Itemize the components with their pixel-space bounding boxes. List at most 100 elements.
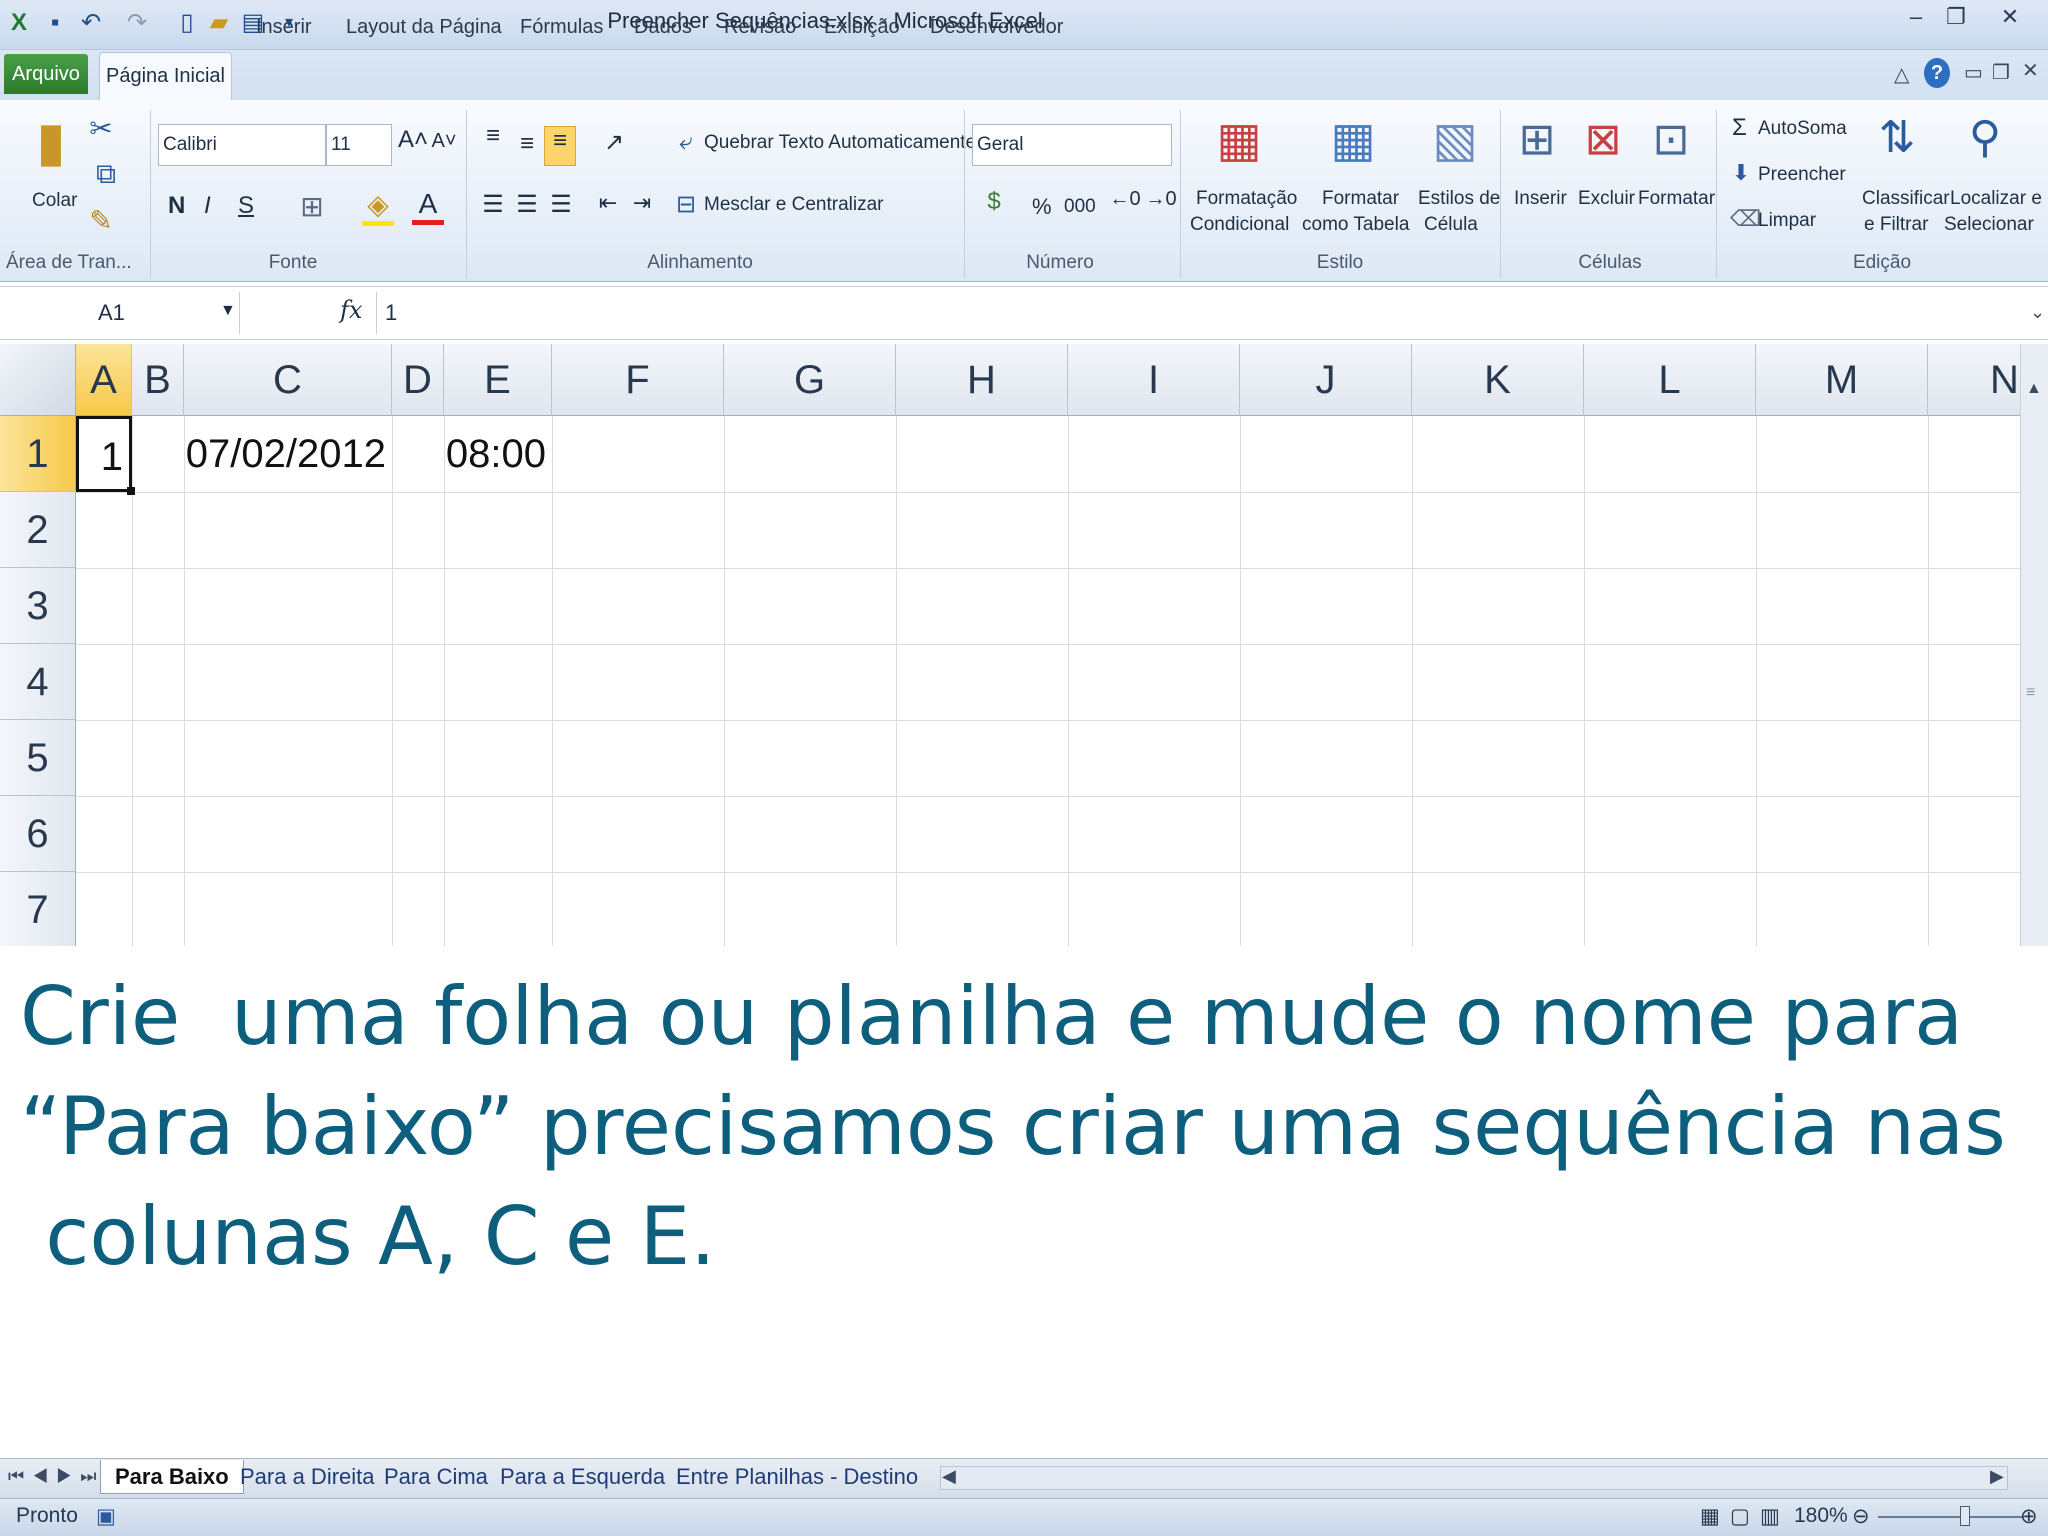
autosum-button[interactable]: AutoSoma — [1758, 118, 1847, 140]
page-break-view-icon[interactable]: ▥ — [1760, 1504, 1780, 1529]
delete-cells-button[interactable]: Excluir — [1578, 188, 1635, 210]
column-header[interactable]: L — [1584, 344, 1756, 416]
fill-button[interactable]: Preencher — [1758, 164, 1846, 186]
fill-handle[interactable] — [127, 487, 135, 495]
scroll-right-icon[interactable]: ▶ — [1990, 1466, 2004, 1487]
align-bottom-icon[interactable]: ≡ — [544, 126, 576, 166]
fill-color-icon[interactable]: ◈ — [362, 188, 394, 226]
row-header[interactable]: 6 — [0, 796, 76, 872]
align-center-icon[interactable]: ☰ — [512, 190, 542, 219]
conditional-formatting-icon[interactable]: ▦ — [1214, 112, 1264, 168]
align-right-icon[interactable]: ☰ — [546, 190, 576, 219]
scroll-left-icon[interactable]: ◀ — [942, 1466, 956, 1487]
select-all-button[interactable] — [0, 344, 76, 416]
cell-c1[interactable]: 07/02/2012 — [184, 416, 392, 492]
row-header[interactable]: 5 — [0, 720, 76, 796]
row-header[interactable]: 3 — [0, 568, 76, 644]
tab-inserir[interactable]: Inserir — [246, 12, 322, 50]
tab-exibicao[interactable]: Exibição — [814, 12, 910, 50]
insert-function-icon[interactable]: fx — [340, 296, 362, 324]
zoom-in-icon[interactable]: ⊕ — [2020, 1504, 2038, 1529]
clear-icon[interactable]: ⌫ — [1730, 206, 1761, 232]
zoom-slider[interactable] — [1878, 1516, 2024, 1518]
shrink-font-icon[interactable]: A˅ — [430, 130, 458, 153]
paste-icon[interactable]: ▮ — [26, 110, 76, 180]
sheet-tab-para-baixo[interactable]: Para Baixo — [100, 1460, 244, 1494]
format-as-table-line1[interactable]: Formatar — [1322, 188, 1399, 210]
macro-record-icon[interactable]: ▣ — [96, 1504, 116, 1529]
sheet-tab-entre-planilhas[interactable]: Entre Planilhas - Destino — [662, 1460, 932, 1494]
row-header[interactable]: 1 — [0, 416, 76, 492]
number-format-combo[interactable]: Geral — [972, 124, 1172, 166]
tab-revisao[interactable]: Revisão — [714, 12, 806, 50]
workbook-minimize-icon[interactable]: ▭ — [1964, 60, 1983, 85]
borders-icon[interactable]: ⊞ — [296, 190, 328, 223]
decrease-indent-icon[interactable]: ⇤ — [594, 190, 622, 216]
cell-a1[interactable]: 1 — [76, 416, 132, 492]
horizontal-scrollbar[interactable] — [940, 1466, 2008, 1490]
align-top-icon[interactable]: ≡ — [478, 122, 508, 150]
insert-cells-icon[interactable]: ⊞ — [1514, 114, 1560, 165]
expand-formula-bar-icon[interactable]: ⌄ — [2030, 302, 2045, 323]
paste-button[interactable]: Colar — [32, 190, 77, 212]
close-icon[interactable]: ✕ — [1990, 0, 2030, 34]
sheet-tab-para-a-esquerda[interactable]: Para a Esquerda — [486, 1460, 679, 1494]
align-left-icon[interactable]: ☰ — [478, 190, 508, 219]
workbook-close-icon[interactable]: ✕ — [2022, 58, 2039, 83]
column-header[interactable]: K — [1412, 344, 1584, 416]
underline-button[interactable]: S — [238, 192, 254, 220]
row-header[interactable]: 2 — [0, 492, 76, 568]
tab-arquivo[interactable]: Arquivo — [4, 54, 88, 94]
sheet-tab-para-a-direita[interactable]: Para a Direita — [226, 1460, 389, 1494]
sort-filter-icon[interactable]: ⇅ — [1872, 112, 1922, 163]
sort-filter-line1[interactable]: Classificar — [1862, 188, 1950, 210]
column-header[interactable]: J — [1240, 344, 1412, 416]
autosum-icon[interactable]: Σ — [1732, 114, 1747, 142]
sheet-tab-para-cima[interactable]: Para Cima — [370, 1460, 502, 1494]
fill-icon[interactable]: ⬇ — [1730, 160, 1752, 186]
orientation-icon[interactable]: ↗ — [594, 128, 634, 157]
scroll-up-icon[interactable]: ▲ — [2026, 380, 2042, 398]
font-color-icon[interactable]: A — [412, 188, 444, 225]
zoom-level[interactable]: 180% — [1794, 1504, 1848, 1528]
clear-button[interactable]: Limpar — [1758, 210, 1816, 232]
format-as-table-icon[interactable]: ▦ — [1328, 112, 1378, 168]
insert-cells-button[interactable]: Inserir — [1514, 188, 1567, 210]
column-header[interactable]: H — [896, 344, 1068, 416]
format-cells-icon[interactable]: ⊡ — [1648, 114, 1694, 165]
column-header[interactable]: C — [184, 344, 392, 416]
row-header[interactable]: 7 — [0, 872, 76, 946]
delete-cells-icon[interactable]: ⊠ — [1580, 114, 1626, 165]
increase-decimal-icon[interactable]: ←0 — [1108, 188, 1142, 211]
sheet-navigation-icon[interactable]: ⏮◀▶⏭ — [8, 1466, 105, 1487]
tab-desenvolvedor[interactable]: Desenvolvedor — [920, 12, 1073, 50]
sort-filter-line2[interactable]: e Filtrar — [1864, 214, 1928, 236]
cell-styles-line2[interactable]: Célula — [1424, 214, 1478, 236]
workbook-restore-icon[interactable]: ❐ — [1992, 60, 2010, 85]
italic-button[interactable]: I — [204, 192, 211, 220]
cell-styles-icon[interactable]: ▧ — [1430, 112, 1480, 168]
merge-center-icon[interactable]: ⊟ — [672, 190, 700, 219]
bold-button[interactable]: N — [168, 192, 185, 220]
format-painter-icon[interactable]: ✎ — [86, 204, 116, 237]
conditional-formatting-line2[interactable]: Condicional — [1190, 214, 1289, 236]
tab-formulas[interactable]: Fórmulas — [510, 12, 613, 50]
formula-input[interactable]: 1 — [376, 292, 2036, 334]
find-select-line1[interactable]: Localizar e — [1950, 188, 2042, 210]
conditional-formatting-line1[interactable]: Formatação — [1196, 188, 1297, 210]
cell-styles-line1[interactable]: Estilos de — [1418, 188, 1500, 210]
column-header[interactable]: D — [392, 344, 444, 416]
restore-icon[interactable]: ❐ — [1936, 0, 1976, 34]
column-header[interactable]: N — [1928, 344, 2024, 416]
normal-view-icon[interactable]: ▦ — [1700, 1504, 1720, 1529]
font-name-combo[interactable]: Calibri — [158, 124, 326, 166]
find-select-line2[interactable]: Selecionar — [1944, 214, 2034, 236]
help-icon[interactable]: ? — [1924, 58, 1950, 88]
zoom-out-icon[interactable]: ⊖ — [1852, 1504, 1870, 1529]
page-layout-view-icon[interactable]: ▢ — [1730, 1504, 1750, 1529]
tab-pagina-inicial[interactable]: Página Inicial — [99, 52, 232, 100]
wrap-text-icon[interactable]: ⤶ — [672, 128, 700, 156]
column-header[interactable]: B — [132, 344, 184, 416]
thousands-button[interactable]: 000 — [1064, 196, 1096, 218]
tab-dados[interactable]: Dados — [624, 12, 702, 50]
